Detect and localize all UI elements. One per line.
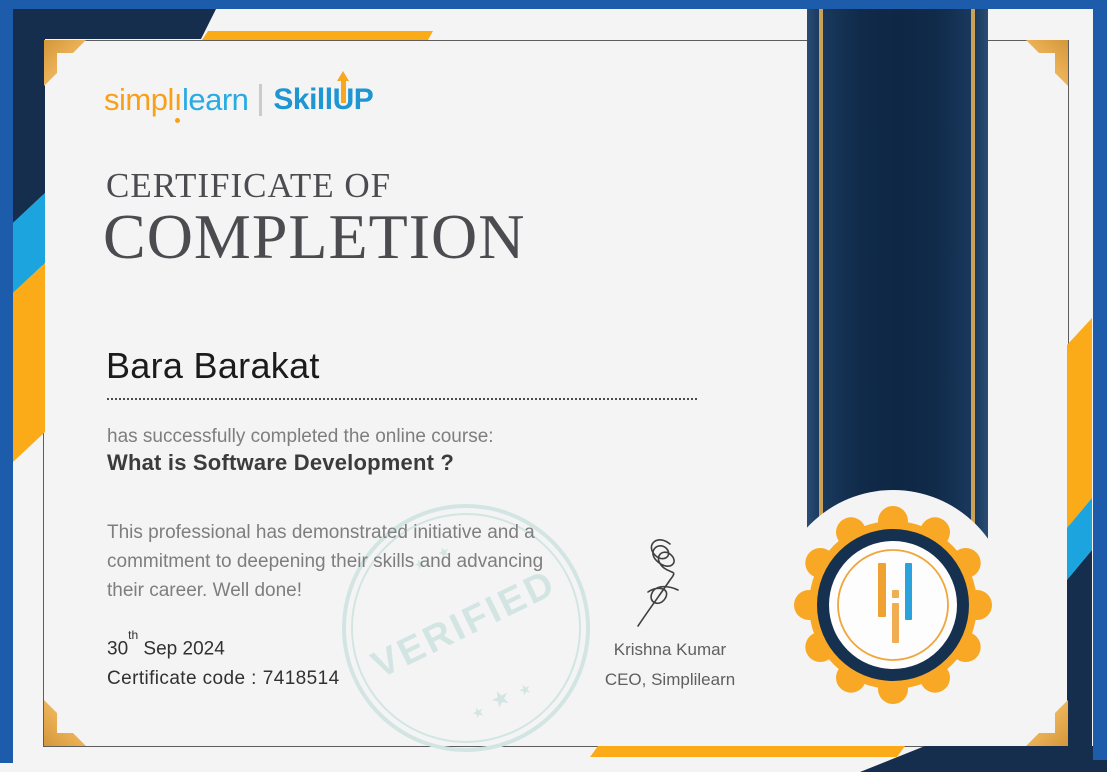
- skillup-arrow-icon: [340, 80, 346, 103]
- certificate: ★★ VERIFIED ★★★ simplılearn SkillUP CERT…: [0, 0, 1107, 772]
- logo-simpl: simpl: [104, 82, 174, 117]
- logo-i: ı: [173, 82, 183, 117]
- description-line-2: commitment to deepening their skills and…: [107, 551, 544, 572]
- star-icon: ★: [468, 702, 488, 723]
- signature-icon: [637, 539, 679, 627]
- description: This professional has demonstrated initi…: [107, 518, 543, 605]
- description-line-1: This professional has demonstrated initi…: [107, 522, 535, 543]
- logo: simplılearn SkillUP: [104, 71, 374, 118]
- skillup-arrow-head-icon: [336, 71, 349, 81]
- signer-name: Krishna Kumar: [613, 640, 727, 659]
- course-title: What is Software Development ?: [107, 450, 455, 475]
- skillup-logo: SkillUP: [273, 71, 374, 117]
- certificate-code-value: 7418514: [262, 668, 340, 689]
- border-top: [0, 0, 1107, 9]
- issue-date: 30th Sep 2024: [107, 628, 225, 660]
- signer-title: CEO, Simplilearn: [604, 670, 736, 689]
- recipient-name: Bara Barakat: [106, 345, 320, 386]
- simplilearn-logo: simplılearn: [104, 82, 249, 118]
- course-intro: has successfully completed the online co…: [107, 426, 494, 447]
- date-suffix: th: [128, 628, 139, 642]
- certificate-code: Certificate code :7418514: [107, 668, 340, 690]
- ribbon: [807, 9, 988, 539]
- logo-divider-icon: [259, 84, 263, 116]
- border-left: [0, 0, 13, 763]
- completion-heading: COMPLETION: [103, 201, 526, 272]
- certificate-code-label: Certificate code :: [107, 668, 257, 689]
- date-day: 30: [107, 638, 129, 660]
- border-right: [1093, 0, 1107, 761]
- description-line-3: their career. Well done!: [107, 580, 303, 601]
- skillup-p: P: [353, 83, 374, 116]
- logo-learn: learn: [181, 82, 249, 117]
- skillup-skill: Skill: [273, 83, 333, 116]
- star-icon: ★: [515, 679, 535, 700]
- name-underline: [107, 396, 697, 400]
- date-rest: Sep 2024: [138, 638, 225, 660]
- skillup-u: U: [333, 71, 354, 117]
- medal-icon: [794, 506, 992, 704]
